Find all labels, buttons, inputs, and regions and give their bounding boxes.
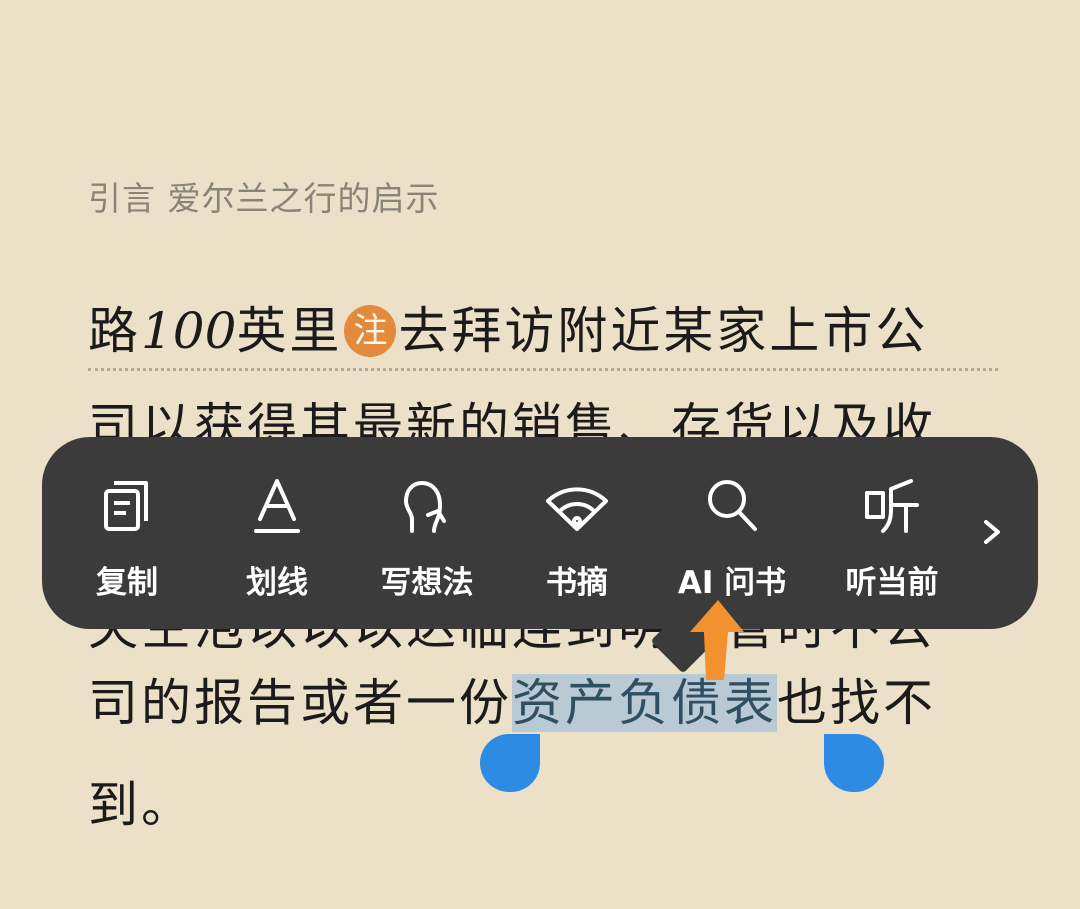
text-segment: 去拜访附近某家上市公: [398, 302, 929, 360]
selection-context-menu: 复制 划线 写想法 书摘 AI 问书 听当前: [42, 437, 1038, 629]
selection-handle-end[interactable]: [824, 734, 884, 792]
chapter-title: 引言 爱尔兰之行的启示: [88, 179, 440, 218]
chevron-right-icon[interactable]: [972, 497, 1012, 567]
menu-item-underline[interactable]: 划线: [202, 475, 352, 605]
thought-icon: [404, 481, 446, 533]
menu-item-label: 划线: [246, 565, 308, 601]
menu-item-ai-ask-book[interactable]: AI 问书: [657, 475, 807, 605]
text-segment: 英里: [236, 302, 343, 360]
selected-text[interactable]: 资产负债表: [512, 674, 777, 732]
text-line-1: 路100英里注去拜访附近某家上市公: [88, 296, 998, 371]
menu-item-write-thought[interactable]: 写想法: [352, 475, 502, 605]
menu-item-label: 听当前: [845, 565, 939, 601]
text-segment: 也找不: [777, 674, 936, 732]
listen-icon: [865, 479, 919, 533]
footnote-badge[interactable]: 注: [344, 305, 397, 357]
underline-icon: [254, 479, 300, 533]
menu-item-label: AI 问书: [677, 565, 787, 601]
menu-item-copy[interactable]: 复制: [52, 475, 202, 605]
menu-item-listen-current[interactable]: 听当前: [817, 475, 967, 605]
fan-icon: [546, 487, 608, 531]
text-segment: 司的报告或者一份: [88, 674, 512, 732]
copy-icon: [104, 481, 148, 531]
menu-item-label: 复制: [96, 565, 158, 601]
menu-item-excerpt[interactable]: 书摘: [502, 475, 652, 605]
pointer-arrow-icon: [690, 600, 744, 680]
search-icon: [708, 480, 757, 531]
selection-handle-start[interactable]: [480, 734, 540, 792]
text-line-4: 司的报告或者一份资产负债表也找不: [88, 668, 998, 738]
menu-item-label: 书摘: [546, 565, 608, 601]
text-segment: 路: [88, 302, 141, 360]
menu-item-label: 写想法: [380, 565, 474, 601]
text-number: 100: [141, 302, 237, 360]
